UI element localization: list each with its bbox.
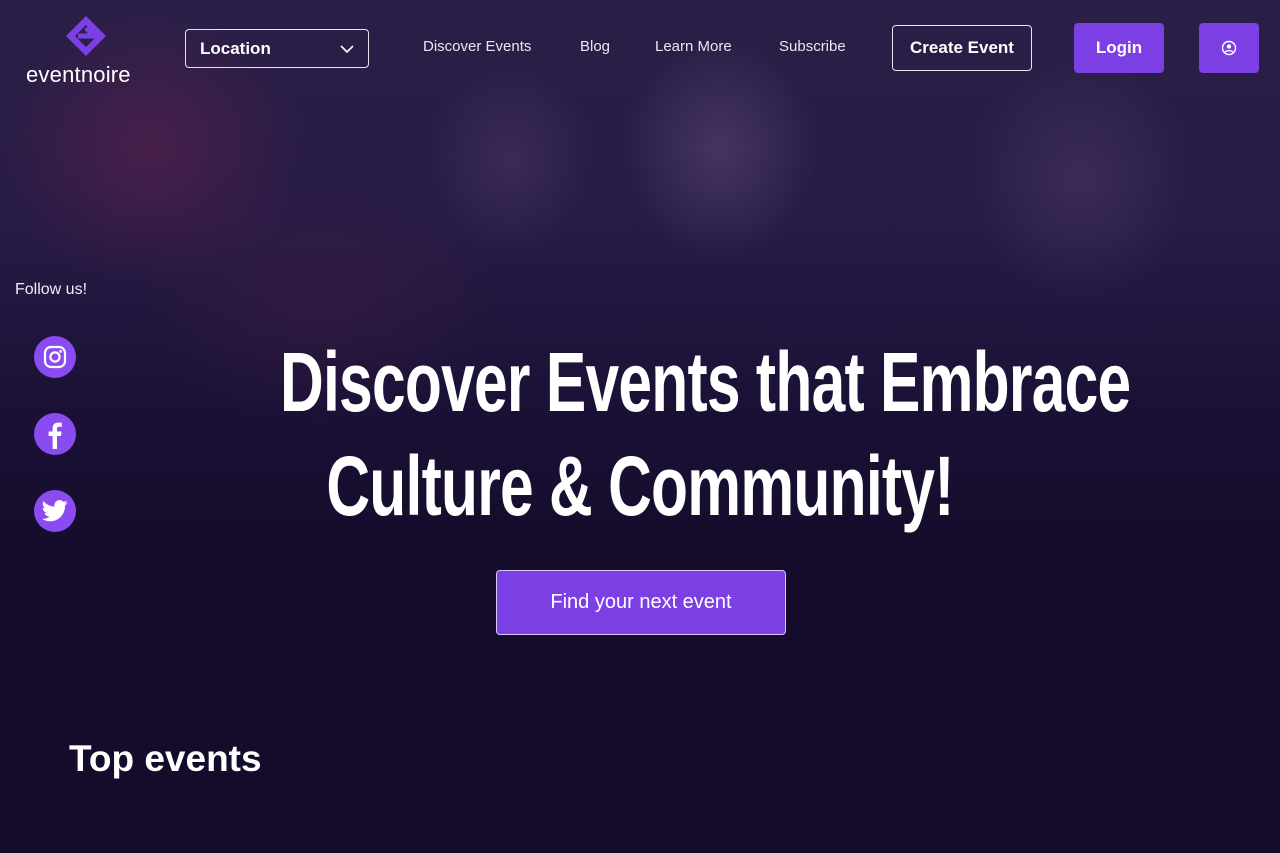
location-dropdown[interactable]: Location <box>185 29 369 68</box>
nav-subscribe[interactable]: Subscribe <box>779 38 846 55</box>
brand-name: eventnoire <box>26 62 131 87</box>
facebook-link[interactable] <box>34 413 76 455</box>
chevron-down-icon <box>340 45 354 54</box>
create-event-button[interactable]: Create Event <box>892 25 1032 71</box>
facebook-icon <box>48 422 62 449</box>
top-events-heading: Top events <box>69 738 262 779</box>
find-next-event-button[interactable]: Find your next event <box>496 570 786 635</box>
location-label: Location <box>200 38 271 58</box>
login-button[interactable]: Login <box>1074 23 1164 73</box>
site-header: eventnoire Location Discover Events Blog… <box>0 0 1280 100</box>
logo-mark-icon <box>66 16 106 56</box>
instagram-link[interactable] <box>34 336 76 378</box>
nav-blog[interactable]: Blog <box>580 38 610 55</box>
nav-learn-more[interactable]: Learn More <box>655 38 732 55</box>
instagram-icon <box>43 345 67 369</box>
nav-discover-events[interactable]: Discover Events <box>423 38 531 55</box>
hero-headline-line-1: Discover Events that Embrace <box>280 335 1131 429</box>
hero-headline-line-2: Culture & Community! <box>326 439 954 533</box>
user-icon <box>1221 40 1237 56</box>
user-account-button[interactable] <box>1199 23 1259 73</box>
twitter-icon <box>42 500 68 522</box>
twitter-link[interactable] <box>34 490 76 532</box>
follow-us-label: Follow us! <box>15 281 88 298</box>
brand-logo[interactable]: eventnoire <box>26 14 146 90</box>
hero-headline: Discover Events that Embrace Culture & C… <box>140 330 1140 538</box>
